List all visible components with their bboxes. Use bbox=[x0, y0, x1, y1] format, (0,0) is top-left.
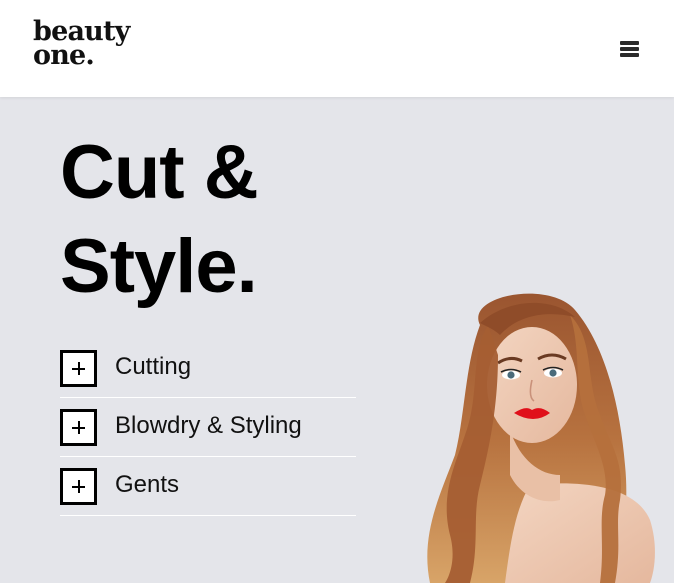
site-header: beauty one. bbox=[0, 0, 674, 97]
accordion-item-gents[interactable]: Gents bbox=[60, 457, 356, 516]
accordion-label: Cutting bbox=[115, 353, 192, 380]
plus-icon[interactable] bbox=[60, 350, 97, 387]
page-title: Cut & Style. bbox=[60, 126, 259, 314]
beauty-one-logo[interactable]: beauty one. bbox=[33, 18, 130, 71]
page-title-line-1: Cut & bbox=[60, 130, 259, 215]
accordion-item-blowdry-styling[interactable]: Blowdry & Styling bbox=[60, 398, 356, 457]
model-portrait-image bbox=[427, 293, 655, 583]
services-accordion: Cutting Blowdry & Styling Gents bbox=[60, 339, 356, 516]
plus-icon[interactable] bbox=[60, 409, 97, 446]
plus-icon[interactable] bbox=[60, 468, 97, 505]
accordion-item-cutting[interactable]: Cutting bbox=[60, 339, 356, 398]
page-title-line-2: Style. bbox=[60, 224, 258, 309]
logo-line-2: one. bbox=[33, 40, 95, 71]
accordion-label: Gents bbox=[115, 471, 180, 498]
accordion-label: Blowdry & Styling bbox=[115, 412, 302, 439]
hamburger-menu-icon[interactable] bbox=[620, 40, 641, 57]
